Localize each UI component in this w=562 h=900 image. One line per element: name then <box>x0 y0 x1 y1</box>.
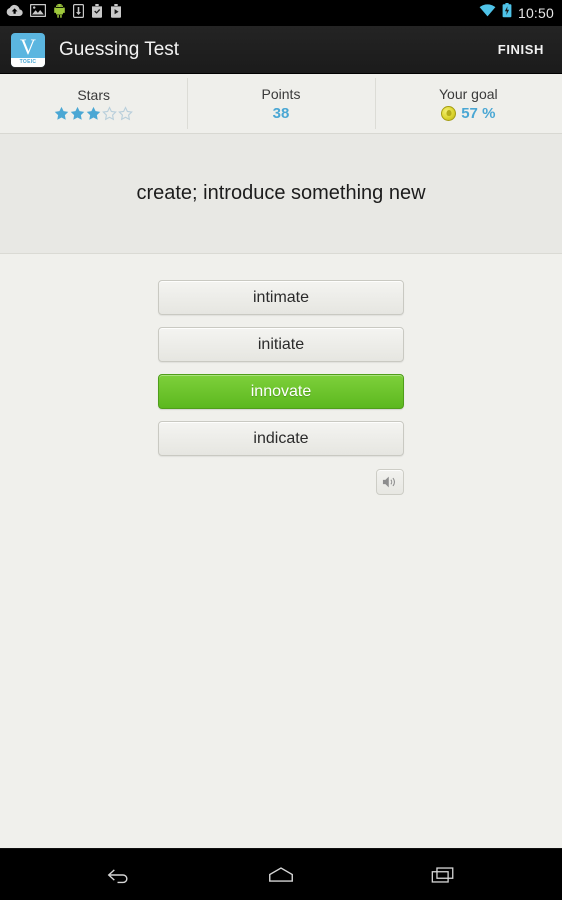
answer-option-2[interactable]: initiate <box>158 327 404 362</box>
points-label: Points <box>261 85 301 102</box>
action-bar: V TOEIC Guessing Test FINISH <box>0 26 562 74</box>
status-bar-system-icons: 10:50 <box>479 3 554 23</box>
status-bar-notification-icons <box>6 3 122 23</box>
speaker-row <box>158 469 404 495</box>
back-button[interactable] <box>97 855 141 895</box>
answer-option-4[interactable]: indicate <box>158 421 404 456</box>
wifi-icon <box>479 4 496 22</box>
stars-label: Stars <box>77 86 110 103</box>
navigation-bar <box>0 848 562 900</box>
speaker-volume-icon <box>382 476 395 488</box>
status-bar: 10:50 <box>0 0 562 26</box>
gallery-image-icon <box>29 3 47 22</box>
question-text: create; introduce something new <box>136 182 426 204</box>
star-filled-icon <box>54 106 69 120</box>
home-icon <box>269 866 293 882</box>
download-box-icon <box>73 3 85 23</box>
goal-value: 57 % <box>461 104 496 122</box>
cloud-upload-icon <box>6 4 23 23</box>
back-icon <box>107 868 128 883</box>
stars-rating <box>54 105 134 121</box>
answer-list: intimate initiate innovate indicate <box>0 280 562 456</box>
app-logo-icon: V TOEIC <box>11 32 45 67</box>
gold-coin-icon <box>441 105 457 121</box>
finish-button[interactable]: FINISH <box>494 36 548 63</box>
home-button[interactable] <box>259 855 303 895</box>
stat-stars[interactable]: Stars <box>0 74 187 133</box>
android-robot-icon <box>53 3 66 23</box>
points-value: 38 <box>272 104 290 122</box>
app-logo-letter: V <box>20 33 36 59</box>
stat-points[interactable]: Points 38 <box>187 74 374 133</box>
goal-row: 57 % <box>441 105 495 122</box>
star-filled-icon <box>86 106 101 120</box>
question-panel: create; introduce something new <box>0 134 562 254</box>
answer-option-3[interactable]: innovate <box>158 374 404 409</box>
status-bar-clock: 10:50 <box>517 5 554 21</box>
stats-bar: Stars Points 38 Your goal 57 % <box>0 74 562 134</box>
answers-section: intimate initiate innovate indicate <box>0 254 562 495</box>
stat-goal[interactable]: Your goal 57 % <box>374 74 562 133</box>
play-audio-button[interactable] <box>376 469 404 495</box>
checkbox-app-icon <box>91 3 103 23</box>
goal-label: Your goal <box>438 85 498 102</box>
app-logo-caption: TOEIC <box>11 57 45 67</box>
page-title: Guessing Test <box>59 38 180 60</box>
answer-option-1[interactable]: intimate <box>158 280 404 315</box>
recent-apps-button[interactable] <box>421 855 465 895</box>
star-empty-icon <box>102 105 118 120</box>
recent-apps-icon <box>431 866 454 883</box>
play-store-bag-icon <box>110 3 122 23</box>
battery-charging-icon <box>502 3 512 23</box>
app-screen: 10:50 V TOEIC Guessing Test FINISH Stars… <box>0 0 562 900</box>
star-empty-icon <box>118 105 134 120</box>
star-filled-icon <box>70 106 85 120</box>
